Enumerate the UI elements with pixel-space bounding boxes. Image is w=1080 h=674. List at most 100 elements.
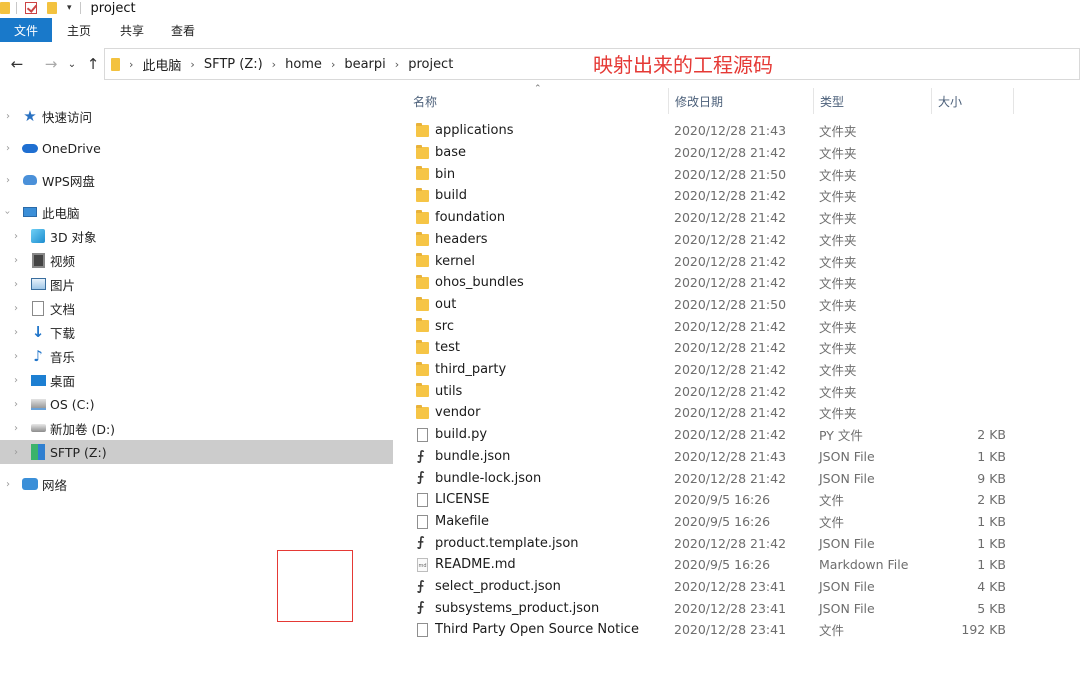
column-header-name[interactable]: 名称 — [407, 88, 669, 114]
tab-home[interactable]: 主页 — [52, 18, 106, 42]
tab-view[interactable]: 查看 — [158, 18, 208, 42]
table-row[interactable]: vendor 2020/12/28 21:42 文件夹 — [394, 402, 1080, 424]
table-row[interactable]: third_party 2020/12/28 21:42 文件夹 — [394, 359, 1080, 381]
table-row[interactable]: Makefile 2020/9/5 16:26 文件 1 KB — [394, 511, 1080, 533]
forward-arrow-icon[interactable]: → — [38, 55, 64, 73]
up-arrow-icon[interactable]: ↑ — [80, 55, 106, 73]
file-type: 文件 — [819, 623, 845, 639]
column-header-date[interactable]: 修改日期 — [669, 88, 814, 114]
chevron-right-icon[interactable]: › — [272, 58, 276, 71]
folder-icon — [416, 231, 429, 246]
file-type: JSON File — [819, 600, 875, 616]
nav-item-network[interactable]: › 网络 — [0, 472, 394, 496]
nav-item-3d-objects[interactable]: › 3D 对象 — [0, 224, 394, 248]
table-row[interactable]: bin 2020/12/28 21:50 文件夹 — [394, 163, 1080, 185]
customize-toolbar-icon[interactable]: ▾ — [67, 3, 72, 13]
file-modified-date: 2020/12/28 23:41 — [674, 622, 787, 638]
drive-icon — [30, 420, 46, 436]
nav-item-documents[interactable]: › 文档 — [0, 296, 394, 320]
table-row[interactable]: kernel 2020/12/28 21:42 文件夹 — [394, 250, 1080, 272]
table-row[interactable]: headers 2020/12/28 21:42 文件夹 — [394, 229, 1080, 251]
breadcrumb-this-pc[interactable]: 此电脑 — [142, 55, 181, 74]
table-row[interactable]: applications 2020/12/28 21:43 文件夹 — [394, 120, 1080, 142]
file-name: ohos_bundles — [435, 275, 524, 291]
nav-item-label: OneDrive — [42, 140, 101, 156]
chevron-right-icon[interactable]: › — [14, 351, 18, 362]
nav-item-music[interactable]: › ♪ 音乐 — [0, 344, 394, 368]
chevron-right-icon[interactable]: › — [14, 327, 18, 338]
file-modified-date: 2020/12/28 21:42 — [674, 318, 787, 334]
breadcrumb-project[interactable]: project — [408, 57, 453, 72]
table-row[interactable]: LICENSE 2020/9/5 16:26 文件 2 KB — [394, 489, 1080, 511]
file-size: 2 KB — [977, 427, 1006, 443]
tab-share[interactable]: 共享 — [106, 18, 158, 42]
folder-icon — [416, 383, 429, 398]
chevron-right-icon[interactable]: › — [14, 279, 18, 290]
table-row[interactable]: utils 2020/12/28 21:42 文件夹 — [394, 380, 1080, 402]
nav-item-this-pc[interactable]: › 此电脑 — [0, 200, 394, 224]
os-drive-icon — [30, 396, 46, 412]
file-size: 1 KB — [977, 557, 1006, 573]
table-row[interactable]: base 2020/12/28 21:42 文件夹 — [394, 142, 1080, 164]
column-header-type[interactable]: 类型 — [814, 88, 932, 114]
table-row[interactable]: src 2020/12/28 21:42 文件夹 — [394, 315, 1080, 337]
file-type: 文件夹 — [819, 124, 857, 140]
table-row[interactable]: ⨍ subsystems_product.json 2020/12/28 23:41… — [394, 597, 1080, 619]
nav-item-os-c[interactable]: › OS (C:) — [0, 392, 394, 416]
table-row[interactable]: foundation 2020/12/28 21:42 文件夹 — [394, 207, 1080, 229]
chevron-right-icon[interactable]: › — [190, 58, 194, 71]
nav-item-videos[interactable]: › 视频 — [0, 248, 394, 272]
table-row[interactable]: ⨍ product.template.json 2020/12/28 21:42 JS… — [394, 532, 1080, 554]
chevron-right-icon[interactable]: › — [14, 255, 18, 266]
file-name: build — [435, 188, 467, 204]
3d-objects-icon — [30, 228, 46, 244]
nav-item-sftp-z[interactable]: › SFTP (Z:) — [0, 440, 393, 464]
nav-item-downloads[interactable]: › ↓ 下载 — [0, 320, 394, 344]
properties-icon[interactable] — [25, 2, 37, 14]
new-folder-icon[interactable] — [47, 2, 57, 14]
nav-item-desktop[interactable]: › 桌面 — [0, 368, 394, 392]
nav-item-onedrive[interactable]: › OneDrive — [0, 136, 394, 160]
file-modified-date: 2020/12/28 21:42 — [674, 275, 787, 291]
nav-item-drive-d[interactable]: › 新加卷 (D:) — [0, 416, 394, 440]
nav-item-pictures[interactable]: › 图片 — [0, 272, 394, 296]
table-row[interactable]: out 2020/12/28 21:50 文件夹 — [394, 294, 1080, 316]
chevron-right-icon[interactable]: › — [331, 58, 335, 71]
nav-item-quick-access[interactable]: › ★ 快速访问 — [0, 104, 394, 128]
chevron-right-icon[interactable]: › — [14, 231, 18, 242]
chevron-right-icon[interactable]: › — [6, 111, 10, 122]
table-row[interactable]: ⨍ select_product.json 2020/12/28 23:41 JSON… — [394, 576, 1080, 598]
chevron-right-icon[interactable]: › — [395, 58, 399, 71]
table-row[interactable]: ⨍ bundle.json 2020/12/28 21:43 JSON File 1 K… — [394, 446, 1080, 468]
table-row[interactable]: ⨍ bundle-lock.json 2020/12/28 21:42 JSON Fi… — [394, 467, 1080, 489]
chevron-right-icon[interactable]: › — [14, 423, 18, 434]
chevron-right-icon[interactable]: › — [129, 58, 133, 71]
chevron-right-icon[interactable]: › — [14, 399, 18, 410]
table-row[interactable]: build 2020/12/28 21:42 文件夹 — [394, 185, 1080, 207]
table-row[interactable]: Third Party Open Source Notice 2020/12/28… — [394, 619, 1080, 641]
table-row[interactable]: build.py 2020/12/28 21:42 PY 文件 2 KB — [394, 424, 1080, 446]
table-row[interactable]: md README.md 2020/9/5 16:26 Markdown File 1 … — [394, 554, 1080, 576]
file-modified-date: 2020/12/28 21:43 — [674, 448, 787, 464]
chevron-right-icon[interactable]: › — [6, 479, 10, 490]
chevron-right-icon[interactable]: › — [6, 175, 10, 186]
file-size: 1 KB — [977, 448, 1006, 464]
tab-file[interactable]: 文件 — [0, 18, 52, 42]
table-row[interactable]: ohos_bundles 2020/12/28 21:42 文件夹 — [394, 272, 1080, 294]
file-name: headers — [435, 231, 488, 247]
chevron-right-icon[interactable]: › — [14, 303, 18, 314]
recent-locations-chevron-icon[interactable]: ⌄ — [64, 59, 80, 70]
chevron-down-icon[interactable]: › — [2, 210, 13, 214]
breadcrumb-home[interactable]: home — [285, 57, 322, 72]
back-arrow-icon[interactable]: ← — [4, 55, 30, 73]
table-row[interactable]: test 2020/12/28 21:42 文件夹 — [394, 337, 1080, 359]
breadcrumb-bearpi[interactable]: bearpi — [344, 57, 385, 72]
chevron-right-icon[interactable]: › — [14, 447, 18, 458]
nav-item-wps[interactable]: › WPS网盘 — [0, 168, 394, 192]
address-bar[interactable]: › 此电脑 › SFTP (Z:) › home › bearpi › proj… — [104, 48, 1080, 80]
column-header-size[interactable]: 大小 — [932, 88, 1014, 114]
chevron-right-icon[interactable]: › — [14, 375, 18, 386]
breadcrumb-sftp[interactable]: SFTP (Z:) — [204, 57, 263, 72]
chevron-right-icon[interactable]: › — [6, 143, 10, 154]
folder-icon — [0, 2, 10, 14]
